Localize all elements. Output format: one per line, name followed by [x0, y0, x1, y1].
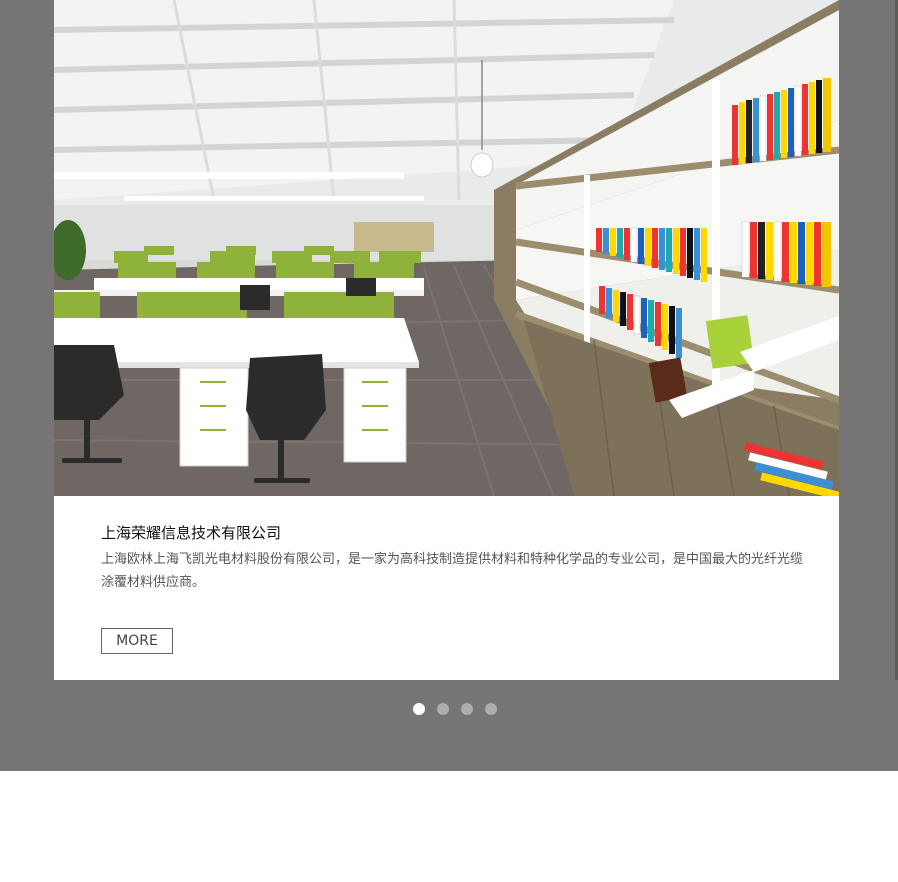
more-button[interactable]: MORE: [101, 628, 173, 654]
pagination-dot[interactable]: [461, 703, 473, 715]
slide-card: 上海荣耀信息技术有限公司 上海欧林上海飞凯光电材料股份有限公司，是一家为高科技制…: [54, 0, 839, 680]
pagination-dot[interactable]: [437, 703, 449, 715]
carousel-pagination: [413, 703, 497, 715]
slide-description: 上海欧林上海飞凯光电材料股份有限公司，是一家为高科技制造提供材料和特种化学品的专…: [101, 552, 804, 590]
slide-title: 上海荣耀信息技术有限公司: [101, 524, 282, 542]
pagination-dot[interactable]: [485, 703, 497, 715]
slide-image: [54, 0, 839, 496]
pagination-dot[interactable]: [413, 703, 425, 715]
